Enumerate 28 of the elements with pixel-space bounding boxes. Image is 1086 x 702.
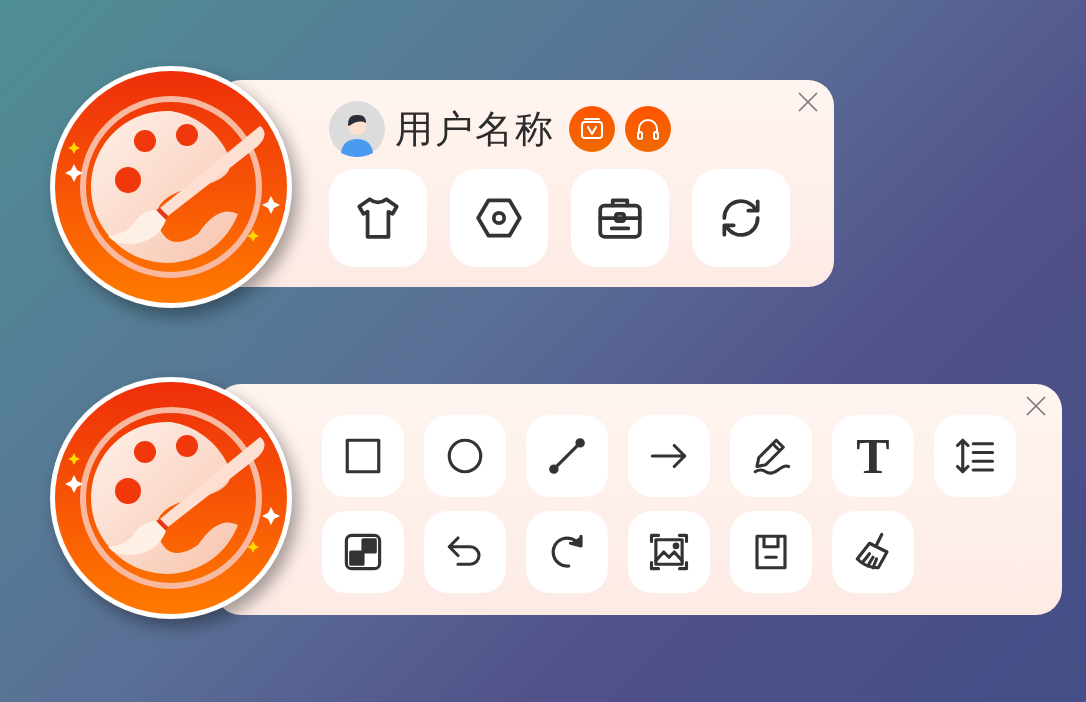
tool-button[interactable] — [730, 415, 812, 497]
tool-button[interactable] — [832, 511, 914, 593]
headset-badge-icon[interactable] — [625, 106, 671, 152]
tool-button[interactable] — [571, 169, 669, 267]
tool-button[interactable] — [424, 415, 506, 497]
user-name: 用户名称 — [395, 105, 555, 153]
close-button[interactable] — [796, 90, 820, 114]
close-icon — [796, 90, 820, 114]
tool-button[interactable] — [692, 169, 790, 267]
image-frame-icon — [648, 531, 690, 573]
avatar-icon[interactable] — [329, 101, 385, 157]
tool-button[interactable] — [628, 511, 710, 593]
tool-button[interactable] — [934, 415, 1016, 497]
close-button[interactable] — [1024, 394, 1048, 418]
tool-button[interactable] — [628, 415, 710, 497]
tool-button[interactable] — [526, 415, 608, 497]
tool-button[interactable] — [424, 511, 506, 593]
tool-button[interactable] — [526, 511, 608, 593]
tool-button[interactable]: T — [832, 415, 914, 497]
tool-button[interactable] — [322, 415, 404, 497]
tool-button[interactable] — [322, 511, 404, 593]
close-icon — [1024, 394, 1048, 418]
tool-button[interactable] — [329, 169, 427, 267]
vip-badge-icon[interactable] — [569, 106, 615, 152]
tool-button[interactable] — [450, 169, 548, 267]
tool-button[interactable] — [730, 511, 812, 593]
checker-icon — [342, 531, 384, 573]
line-icon — [546, 435, 588, 477]
